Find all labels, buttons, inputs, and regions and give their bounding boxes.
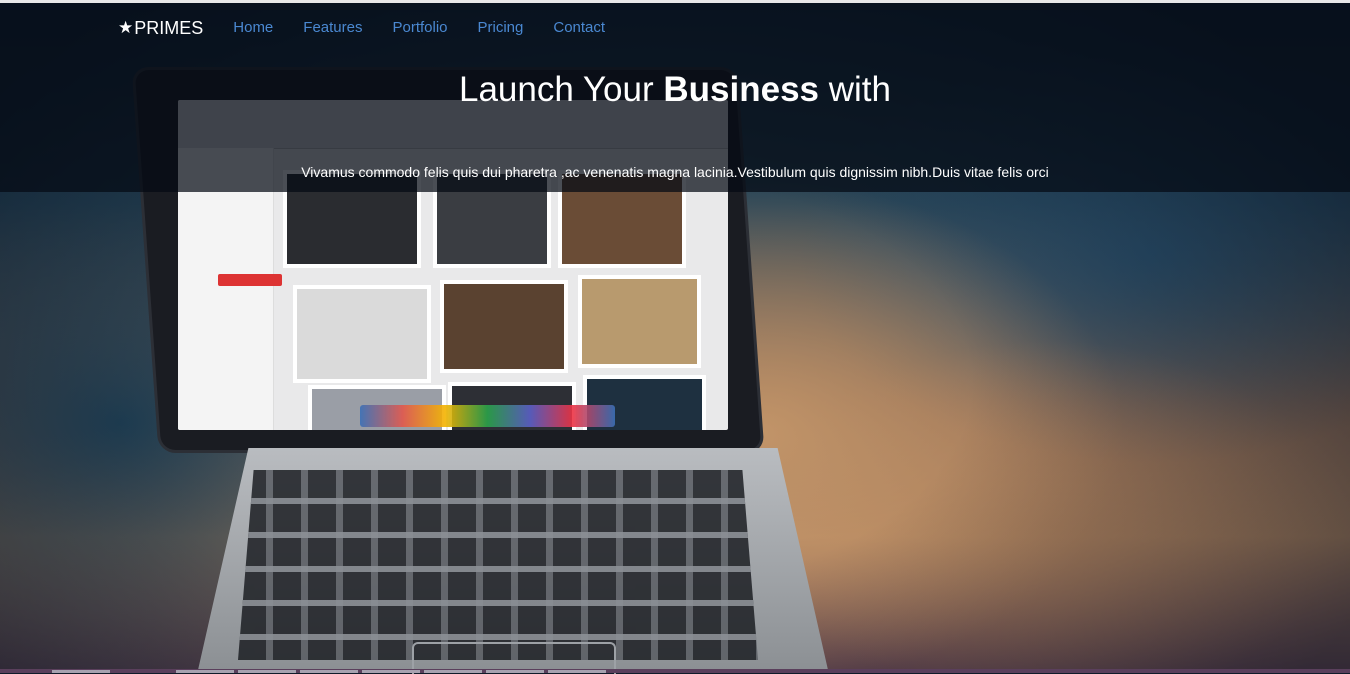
laptop-keyboard-rows	[238, 470, 758, 660]
nav-link-features[interactable]: Features	[303, 16, 362, 40]
screen-red-button	[218, 274, 282, 286]
headline-prefix: Launch Your	[459, 70, 654, 109]
nav-link-contact[interactable]: Contact	[553, 16, 605, 40]
screen-thumbnail	[578, 275, 701, 368]
hero-subtext: Vivamus commodo felis quis dui pharetra …	[301, 164, 1049, 180]
headline-suffix: with	[828, 70, 891, 109]
star-icon: ★	[118, 18, 134, 37]
navbar: ★ PRIMES Home Features Portfolio Pricing…	[118, 16, 635, 40]
nav-link-pricing[interactable]: Pricing	[478, 16, 524, 40]
headline-bold: Business	[663, 70, 819, 109]
nav-link-portfolio[interactable]: Portfolio	[392, 16, 447, 40]
laptop-dock	[360, 405, 615, 427]
screen-thumbnail	[293, 285, 431, 383]
brand-logo[interactable]: ★ PRIMES	[118, 18, 203, 39]
screen-thumbnail	[440, 280, 568, 373]
nav-links: Home Features Portfolio Pricing Contact	[233, 16, 635, 40]
hero-headline: Launch Your Business with	[0, 70, 1350, 110]
brand-label: PRIMES	[134, 17, 204, 38]
nav-link-home[interactable]: Home	[233, 16, 273, 40]
